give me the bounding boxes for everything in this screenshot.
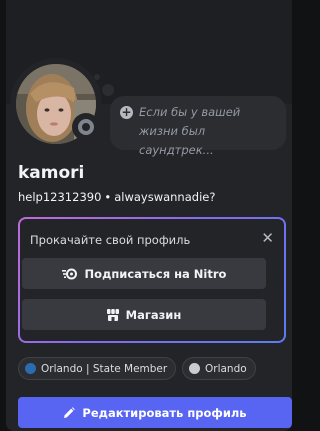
- thought-bubble-dot-medium: [102, 84, 114, 96]
- handle-row: help12312390 • alwayswannadie?: [18, 190, 215, 204]
- custom-status-bubble[interactable]: + Если бы у вашей жизни был саундтрек...: [110, 96, 286, 157]
- shop-label: Магазин: [125, 307, 182, 322]
- profile-popout: + Если бы у вашей жизни был саундтрек...…: [6, 0, 292, 431]
- shop-icon: [106, 308, 119, 321]
- subscribe-nitro-label: Подписаться на Nitro: [84, 266, 227, 281]
- pronouns: alwayswannadie?: [114, 190, 216, 204]
- role-pill[interactable]: Orlando | State Member: [18, 357, 177, 380]
- nitro-card-title: Прокачайте свой профиль: [30, 233, 191, 247]
- shop-button[interactable]: Магазин: [22, 299, 266, 330]
- custom-status-placeholder: Если бы у вашей жизни был саундтрек...: [139, 105, 241, 157]
- role-color-dot: [25, 363, 36, 374]
- nitro-icon: [61, 268, 78, 280]
- close-icon[interactable]: ✕: [261, 230, 274, 246]
- pencil-icon: [63, 406, 76, 419]
- thought-bubble-dot-small: [94, 74, 100, 80]
- display-name: kamori: [18, 163, 85, 183]
- role-label: Orlando: [205, 362, 247, 375]
- role-label: Orlando | State Member: [41, 362, 168, 375]
- role-color-dot: [189, 363, 200, 374]
- subscribe-nitro-button[interactable]: Подписаться на Nitro: [22, 258, 266, 289]
- role-pill[interactable]: Orlando: [182, 357, 256, 380]
- edit-profile-button[interactable]: Редактировать профиль: [18, 397, 292, 428]
- offline-status-icon: [78, 119, 94, 135]
- separator: •: [104, 190, 112, 204]
- edit-profile-label: Редактировать профиль: [82, 405, 247, 420]
- add-status-icon: +: [120, 105, 133, 119]
- username-handle: help12312390: [18, 190, 102, 204]
